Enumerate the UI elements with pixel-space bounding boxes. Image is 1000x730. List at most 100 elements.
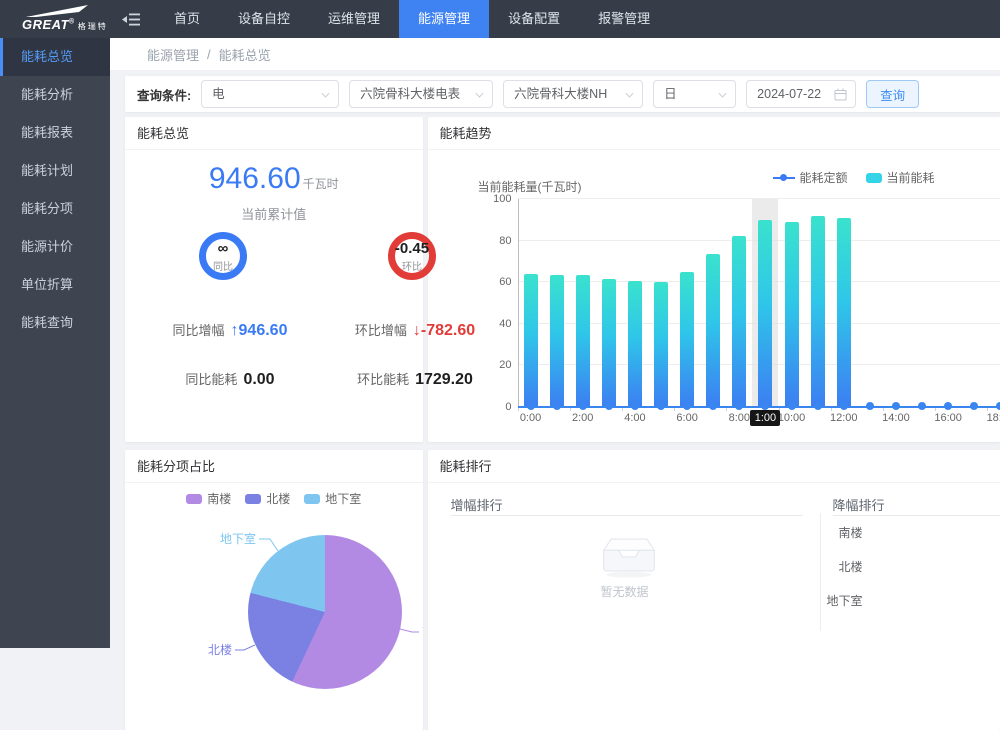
- yoy-energy-label: 同比能耗: [185, 372, 237, 387]
- x-tick-label-4:00: 4:00: [618, 412, 652, 424]
- rank-decrease-header: 降幅排行: [833, 495, 885, 514]
- nav-item-2[interactable]: 运维管理: [309, 0, 399, 38]
- trend-card-body: 能耗定额 当前能耗 当前能耗量(千瓦时) 0204060801000:002:0…: [428, 150, 1000, 441]
- pie-slice-label-0: 南楼: [422, 624, 423, 639]
- sidebar-collapse-button[interactable]: [122, 12, 141, 27]
- mom-energy-label: 环比能耗: [357, 372, 409, 387]
- pie-slice-label-1: 北楼: [208, 642, 232, 657]
- quota-dot-3:00: [605, 402, 613, 410]
- logo-text: GREAT®格瑞特: [22, 17, 108, 32]
- y-tick-label-20: 20: [478, 359, 512, 371]
- quota-dot-18:00: [996, 402, 1000, 410]
- mom-ring-value: -0.45: [395, 240, 429, 257]
- bar-0:00[interactable]: [524, 274, 538, 406]
- query-select-2[interactable]: 六院骨科大楼NH: [503, 80, 643, 108]
- bar-5:00[interactable]: [654, 282, 668, 406]
- rank-item-0[interactable]: 南楼: [821, 524, 863, 541]
- pie-slice-label-2: 地下室: [220, 531, 256, 546]
- sidebar-item-2[interactable]: 能耗报表: [0, 114, 110, 152]
- pie-card-body: 南楼北楼地下室 南楼北楼地下室: [125, 483, 423, 729]
- nav-item-0[interactable]: 首页: [155, 0, 219, 38]
- yoy-energy-value: 0.00: [243, 371, 274, 388]
- nav-item-4[interactable]: 设备配置: [489, 0, 579, 38]
- sidebar-item-0[interactable]: 能耗总览: [0, 38, 110, 76]
- quota-dot-11:00: [814, 402, 822, 410]
- sidebar-item-3[interactable]: 能耗计划: [0, 152, 110, 190]
- trend-legend: 能耗定额 当前能耗: [773, 169, 935, 186]
- yoy-growth-row: 同比增幅↑946.60: [135, 320, 325, 340]
- main-area: 能源管理 / 能耗总览 查询条件: 电六院骨科大楼电表六院骨科大楼NH日 202…: [110, 38, 1000, 648]
- total-consumption-label: 当前累计值: [125, 204, 423, 223]
- logo-suffix: 格瑞特: [78, 22, 108, 31]
- brand-logo: GREAT®格瑞特: [0, 0, 112, 38]
- axis-pointer-tooltip: 1:00: [750, 410, 780, 426]
- bar-7:00[interactable]: [706, 254, 720, 406]
- query-select-3[interactable]: 日: [653, 80, 736, 108]
- nav-item-3[interactable]: 能源管理: [399, 0, 489, 38]
- bar-9:00[interactable]: [758, 220, 772, 406]
- top-nav: 首页设备自控运维管理能源管理设备配置报警管理: [155, 0, 669, 38]
- search-button[interactable]: 查询: [866, 80, 919, 108]
- nav-item-5[interactable]: 报警管理: [579, 0, 669, 38]
- rank-increase-divider: [451, 515, 803, 516]
- bar-12:00[interactable]: [837, 218, 851, 406]
- bar-3:00[interactable]: [602, 279, 616, 406]
- trend-card: 能耗趋势 能耗定额 当前能耗 当前能耗量(千瓦时) 0204060801000: [428, 117, 1000, 442]
- rank-item-2[interactable]: 地下室: [821, 592, 863, 609]
- query-select-2-value: 六院骨科大楼NH: [514, 87, 607, 101]
- empty-box-icon: [598, 531, 660, 579]
- sidebar-item-1[interactable]: 能耗分析: [0, 76, 110, 114]
- date-value: 2024-07-22: [757, 87, 821, 101]
- query-select-0[interactable]: 电: [201, 80, 339, 108]
- rank-card: 能耗排行 增幅排行 降幅排行 暂无数据 南楼北楼地下室: [428, 450, 1000, 730]
- bar-series-marker-icon: [866, 173, 882, 183]
- sidebar-item-4[interactable]: 能耗分项: [0, 190, 110, 228]
- trend-plot[interactable]: 0204060801000:002:004:006:008:0010:0012:…: [518, 199, 1000, 407]
- bar-2:00[interactable]: [576, 275, 590, 406]
- bar-10:00[interactable]: [785, 222, 799, 406]
- quota-dot-4:00: [631, 402, 639, 410]
- breadcrumb-parent[interactable]: 能源管理: [147, 45, 199, 64]
- nav-item-1[interactable]: 设备自控: [219, 0, 309, 38]
- y-tick-label-100: 100: [478, 193, 512, 205]
- quota-line-series: [518, 406, 1000, 408]
- y-tick-label-40: 40: [478, 318, 512, 330]
- x-tick-label-18:00: 18:00: [983, 412, 1000, 424]
- chevron-down-icon: [322, 90, 330, 98]
- rank-decrease-divider: [833, 515, 1000, 516]
- bar-4:00[interactable]: [628, 281, 642, 406]
- empty-text: 暂无数据: [428, 583, 822, 600]
- x-tick-label-14:00: 14:00: [879, 412, 913, 424]
- sidebar-menu: 能耗总览能耗分析能耗报表能耗计划能耗分项能源计价单位折算能耗查询: [0, 38, 110, 648]
- legend-item-current[interactable]: 当前能耗: [866, 169, 935, 186]
- sidebar-item-5[interactable]: 能源计价: [0, 228, 110, 266]
- y-tick-label-60: 60: [478, 276, 512, 288]
- rank-item-1[interactable]: 北楼: [821, 558, 863, 575]
- chevron-down-icon: [476, 90, 484, 98]
- bar-11:00[interactable]: [811, 216, 825, 406]
- pie-leader-line-2: [259, 539, 278, 551]
- legend-item-quota[interactable]: 能耗定额: [773, 169, 848, 186]
- quota-dot-2:00: [579, 402, 587, 410]
- bar-8:00[interactable]: [732, 236, 746, 406]
- quota-dot-17:00: [970, 402, 978, 410]
- query-label: 查询条件:: [137, 85, 191, 104]
- pie-card: 能耗分项占比 南楼北楼地下室 南楼北楼地下室: [125, 450, 423, 730]
- calendar-icon: [834, 88, 847, 101]
- date-picker[interactable]: 2024-07-22: [746, 80, 856, 108]
- y-tick-label-80: 80: [478, 235, 512, 247]
- quota-dot-14:00: [892, 402, 900, 410]
- sidebar-item-6[interactable]: 单位折算: [0, 266, 110, 304]
- bar-6:00[interactable]: [680, 272, 694, 406]
- sidebar-item-7[interactable]: 能耗查询: [0, 304, 110, 342]
- x-tick-label-0:00: 0:00: [514, 412, 548, 424]
- query-select-1[interactable]: 六院骨科大楼电表: [349, 80, 493, 108]
- trend-card-title: 能耗趋势: [428, 117, 1000, 150]
- x-tick-label-16:00: 16:00: [931, 412, 965, 424]
- quota-dot-12:00: [840, 402, 848, 410]
- bar-1:00[interactable]: [550, 275, 564, 406]
- total-consumption-value: 946.60: [209, 162, 301, 195]
- quota-dot-8:00: [735, 402, 743, 410]
- breadcrumb-current: 能耗总览: [219, 45, 271, 64]
- rank-card-body: 增幅排行 降幅排行 暂无数据 南楼北楼地下室: [428, 483, 1000, 729]
